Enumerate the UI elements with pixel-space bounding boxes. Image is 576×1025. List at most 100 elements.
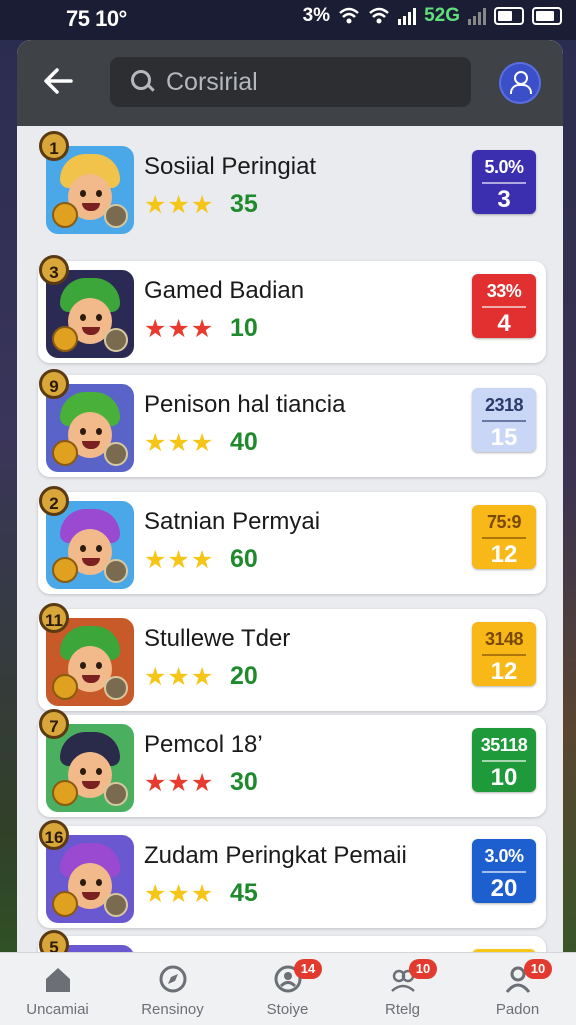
player-name: Sosiial Peringiat <box>144 153 317 180</box>
list-item[interactable]: 1 Sosiial Peringiat ★★★ 35 5.0% 3 <box>38 131 546 239</box>
stat-badge-divider <box>482 871 526 873</box>
star-rating: ★★★ <box>144 429 215 457</box>
list-item[interactable]: 3 Gamed Badian ★★★ 10 33% 4 <box>38 255 546 363</box>
coin-icon <box>52 202 78 228</box>
stat-badge[interactable]: 3148 12 <box>472 622 536 686</box>
player-name: Zudam Peringkat Pemaii <box>144 842 407 869</box>
star-rating: ★★★ <box>144 880 215 908</box>
nav-item-rensinoy[interactable]: Rensinoy <box>115 953 230 1025</box>
stat-badge-bottom: 20 <box>490 875 518 902</box>
coin-icon <box>52 557 78 583</box>
home-icon <box>46 968 70 992</box>
battery-icon <box>494 7 524 25</box>
player-score: 30 <box>230 768 258 796</box>
player-name: Pemcol 18’ <box>144 731 263 758</box>
rank-badge: 9 <box>39 369 69 399</box>
coin-icon <box>52 891 78 917</box>
stat-badge[interactable]: 5.0% 3 <box>472 150 536 214</box>
rank-badge: 7 <box>39 709 69 739</box>
stat-badge[interactable]: 75:9 12 <box>472 505 536 569</box>
search-bar[interactable] <box>110 57 471 107</box>
signal-icon <box>398 7 417 25</box>
battery-percent: 3% <box>302 5 331 26</box>
rank-badge: 16 <box>39 820 69 850</box>
nav-label: Uncamiai <box>26 1001 89 1018</box>
notification-badge: 14 <box>294 959 322 979</box>
nav-label: Rensinoy <box>141 1001 204 1018</box>
player-name: Gamed Badian <box>144 277 305 304</box>
signal-weak-icon <box>468 7 486 25</box>
stat-badge-top: 75:9 <box>486 512 522 532</box>
player-score: 35 <box>230 190 258 218</box>
stat-badge-bottom: 10 <box>490 764 518 791</box>
nav-item-padon[interactable]: 10 Padon <box>460 953 575 1025</box>
stat-badge-divider <box>482 760 526 762</box>
coin-icon <box>52 780 78 806</box>
stat-badge[interactable]: 35118 10 <box>472 728 536 792</box>
stat-badge-bottom: 4 <box>497 310 511 337</box>
coin-icon <box>52 326 78 352</box>
stat-badge-top: 35118 <box>480 735 528 755</box>
network-type: 52G <box>424 5 460 26</box>
list-item[interactable]: 16 Zudam Peringkat Pemaii ★★★ 45 3.0% 20 <box>38 820 546 928</box>
stat-badge-top: 3.0% <box>484 846 524 866</box>
stat-badge-bottom: 12 <box>490 658 518 685</box>
coin-icon <box>52 440 78 466</box>
rank-badge: 11 <box>39 603 69 633</box>
list-item[interactable]: 9 Penison hal tiancia ★★★ 40 2318 15 <box>38 369 546 477</box>
stat-badge-divider <box>482 306 526 308</box>
search-input[interactable] <box>164 66 468 98</box>
list-item[interactable]: 11 Stullewe Tder ★★★ 20 3148 12 <box>38 603 546 711</box>
token-icon <box>104 204 128 228</box>
coin-icon <box>52 674 78 700</box>
wifi-icon-secondary <box>369 7 389 24</box>
stat-badge[interactable]: 2318 15 <box>472 388 536 452</box>
token-icon <box>104 442 128 466</box>
rank-badge: 3 <box>39 255 69 285</box>
player-score: 10 <box>230 314 258 342</box>
top-bar <box>17 40 563 126</box>
player-name: Satnian Permyai <box>144 508 321 535</box>
star-rating: ★★★ <box>144 315 215 343</box>
star-rating: ★★★ <box>144 546 215 574</box>
stat-badge-top: 2318 <box>484 395 524 415</box>
star-rating: ★★★ <box>144 191 215 219</box>
arrow-left-icon <box>44 68 73 94</box>
rank-badge: 2 <box>39 486 69 516</box>
stat-badge[interactable]: 3.0% 20 <box>472 839 536 903</box>
nav-item-rtelg[interactable]: 10 Rtelg <box>345 953 460 1025</box>
token-icon <box>104 328 128 352</box>
list-item[interactable]: 7 Pemcol 18’ ★★★ 30 35118 10 <box>38 709 546 817</box>
token-icon <box>104 559 128 583</box>
star-rating: ★★★ <box>144 663 215 691</box>
token-icon <box>104 893 128 917</box>
player-score: 40 <box>230 428 258 456</box>
battery-full-icon <box>532 7 562 25</box>
user-icon[interactable] <box>499 62 541 104</box>
rank-badge: 1 <box>39 131 69 161</box>
stat-badge-divider <box>482 654 526 656</box>
stat-badge-bottom: 3 <box>497 186 511 213</box>
player-score: 20 <box>230 662 258 690</box>
nav-item-stoiye[interactable]: 14 Stoiye <box>230 953 345 1025</box>
player-score: 60 <box>230 545 258 573</box>
status-time: 75 10° <box>66 6 127 31</box>
star-rating: ★★★ <box>144 769 215 797</box>
stat-badge-top: 3148 <box>484 629 524 649</box>
nav-label: Stoiye <box>266 1001 309 1018</box>
stat-badge-bottom: 12 <box>490 541 518 568</box>
search-icon <box>130 69 156 95</box>
list-item[interactable]: 2 Satnian Permyai ★★★ 60 75:9 12 <box>38 486 546 594</box>
leaderboard-panel: 1 Sosiial Peringiat ★★★ 35 5.0% 3 3 Game… <box>17 40 563 1024</box>
bottom-navigation: Uncamiai Rensinoy 14 Stoiye 10 Rtelg 10 … <box>0 952 576 1025</box>
stat-badge-top: 5.0% <box>484 157 524 177</box>
stat-badge[interactable]: 33% 4 <box>472 274 536 338</box>
stat-badge-top: 33% <box>486 281 522 301</box>
back-button[interactable] <box>41 64 79 100</box>
stat-badge-divider <box>482 420 526 422</box>
nav-item-uncamiai[interactable]: Uncamiai <box>0 953 115 1025</box>
player-score: 45 <box>230 879 258 907</box>
stat-badge-divider <box>482 182 526 184</box>
status-bar: 75 10° 3% 52G <box>0 0 576 36</box>
token-icon <box>104 782 128 806</box>
